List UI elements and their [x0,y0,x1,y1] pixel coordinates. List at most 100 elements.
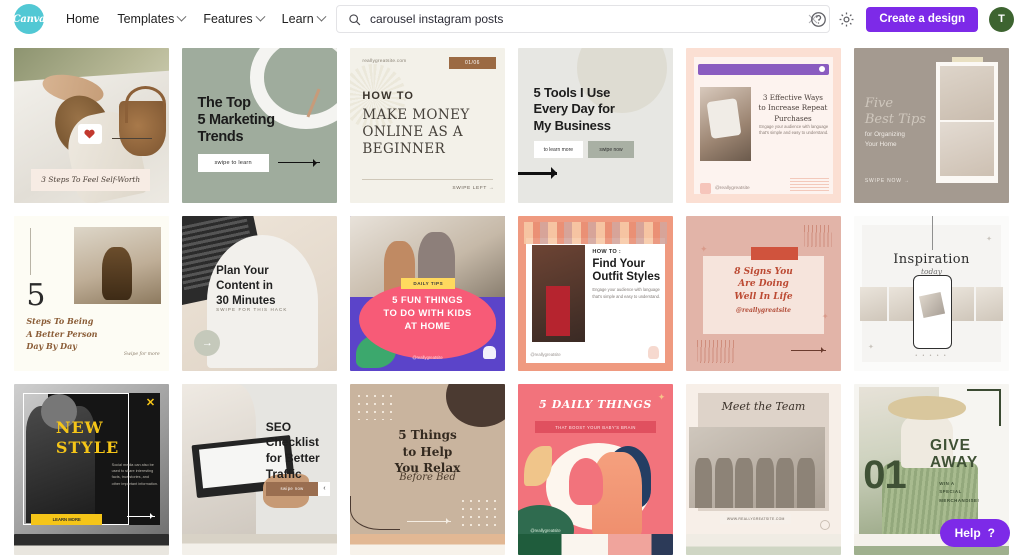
arrow-right-icon: → [194,329,221,356]
template-dots: • • • • • [915,352,948,359]
nav-label-templates: Templates [117,12,175,26]
nav-item-learn[interactable]: Learn [282,11,327,26]
template-title: Steps To Being A Better Person Day By Da… [26,316,98,351]
template-title: Plan Your Content in 30 Minutes [216,265,276,307]
template-card[interactable]: 5 Tools I Use Every Day for My Business … [518,48,673,203]
heart-icon [699,182,711,194]
template-card[interactable]: 5 Things to Help You Relax Before Bed [350,384,505,539]
template-card[interactable]: Five Best Tips for Organizing Your Home … [854,48,1009,203]
chevron-down-icon [255,11,266,22]
template-button: swipe now [265,481,319,496]
template-subtitle: Engage your audience with language that'… [759,123,829,136]
search-input[interactable] [370,12,807,26]
nav-item-features[interactable]: Features [203,11,266,26]
template-title: 3 Effective Ways to Increase Repeat Purc… [758,92,828,123]
template-subtitle: WIN A SPECIAL MERCHANDISE! [939,481,980,503]
gear-icon[interactable] [838,11,855,28]
template-title: Inspiration [893,251,970,267]
template-card[interactable]: ✦ ✦ Inspiration today • • • • • [854,216,1009,371]
template-card[interactable]: 3 Effective Ways to Increase Repeat Purc… [686,48,841,203]
template-handle: @reallygreatsite [412,355,443,361]
template-card[interactable]: DAILY TIPS 5 FUN THINGS TO DO WITH KIDS … [350,216,505,371]
template-card[interactable] [182,534,337,555]
template-badge: 01/06 [449,56,496,69]
create-a-design-button[interactable]: Create a design [866,6,978,32]
sparkle-icon: ✦ [867,343,874,351]
arrow-right-icon [407,517,451,525]
question-circle-icon[interactable] [810,11,827,28]
sparkle-icon: ✦ [699,243,708,254]
template-subtitle: Engage your audience with language that'… [592,287,661,299]
nav-label-home: Home [66,12,100,26]
avatar[interactable]: T [989,6,1014,32]
template-card[interactable]: The Top 5 Marketing Trends swipe to lear… [182,48,337,203]
template-title: 5 DAILY THINGS [539,397,652,411]
template-number: 01 [863,452,906,497]
template-title: NEW STYLE [55,418,120,458]
template-eyebrow: HOW TO [362,89,415,102]
help-label: Help [954,526,981,540]
template-card[interactable] [686,534,841,555]
template-caption: 3 Steps To Feel Self-Worth [31,168,151,191]
template-subtitle: for Organizing Your Home [864,131,905,149]
header-actions: Create a design T [810,0,1014,38]
template-handle: @reallygreatsite [735,307,791,315]
top-navigation-bar: Canva Home Templates Features Learn caro… [0,0,1024,38]
template-card[interactable] [518,534,673,555]
template-card[interactable] [350,534,505,555]
template-title: Five Best Tips [864,96,926,128]
help-button[interactable]: Help ? [939,519,1010,547]
template-card[interactable]: 5 Steps To Being A Better Person Day By … [14,216,169,371]
template-button: swipe to learn [197,154,269,172]
chevron-down-icon [176,11,187,22]
canva-logo-icon[interactable]: Canva [12,4,46,34]
template-card[interactable]: 01 GIVE AWAY WIN A SPECIAL MERCHANDISE! [854,384,1009,539]
nav-label-features: Features [203,12,253,26]
search-icon [349,13,361,25]
template-card[interactable]: ✕ NEW STYLE Social media can also be use… [14,384,169,539]
template-subtitle: Before Bed [399,472,456,484]
template-number: 5 [26,278,46,314]
nav-item-templates[interactable]: Templates [117,11,187,26]
template-card[interactable]: ✦ ✦ 8 Signs You Are Doing Well In Life @… [686,216,841,371]
template-card[interactable]: reallygreatsite.com 01/06 HOW TO MAKE MO… [350,48,505,203]
template-card[interactable]: ✦ 5 DAILY THINGS THAT BOOST YOUR BABY'S … [518,384,673,539]
template-swipe-label: Swipe for more [123,352,160,358]
logo-label: Canva [12,13,46,25]
chevron-down-icon [316,11,327,22]
template-title: 5 Things to Help You Relax [394,428,461,475]
phone-mockup [912,274,952,350]
template-button: to learn more [533,141,584,158]
template-card[interactable]: Meet the Team WWW.REALLYGREATSITE.COM [686,384,841,539]
template-results-grid: 3 Steps To Feel Self-Worth The Top 5 Mar… [14,48,1024,539]
arrow-right-icon [518,167,557,180]
heart-icon [77,123,102,144]
template-title: Find Your Outfit Styles [592,257,661,284]
template-card[interactable]: 3 Steps To Feel Self-Worth [14,48,169,203]
sparkle-icon: ✦ [986,235,992,243]
template-title: The Top 5 Marketing Trends [197,94,276,145]
template-title: 5 Tools I Use Every Day for My Business [533,85,615,133]
template-title: MAKE MONEY ONLINE AS A BEGINNER [362,106,470,158]
question-mark-icon: ? [987,526,995,540]
hand-pointer-icon [482,345,496,359]
template-site: reallygreatsite.com [362,58,407,64]
template-caption: WWW.REALLYGREATSITE.COM [720,513,792,524]
template-button: LEARN MORE [31,514,103,526]
template-card[interactable]: HOW TO : Find Your Outfit Styles Engage … [518,216,673,371]
template-card[interactable]: Plan Your Content in 30 Minutes SWIPE FO… [182,216,337,371]
template-button-secondary: swipe now [587,141,635,158]
template-card[interactable]: SEO Checklist for Better Traffic swipe n… [182,384,337,539]
template-subtitle: SWIPE FOR THIS HACK [216,307,288,313]
template-card[interactable] [14,534,169,555]
arrow-right-icon [278,157,320,170]
template-results-grid-row-partial [14,534,1024,555]
search-bar[interactable] [336,5,830,33]
template-swipe-label: SWIPE NOW → [864,178,910,185]
template-handle: @reallygreatsite [530,527,561,533]
template-handle: @reallygreatsite [714,185,750,191]
close-icon: ✕ [145,397,156,410]
template-title: 5 FUN THINGS TO DO WITH KIDS AT HOME [383,294,472,333]
nav-item-home[interactable]: Home [66,12,99,26]
sparkle-icon: ✦ [821,312,829,322]
